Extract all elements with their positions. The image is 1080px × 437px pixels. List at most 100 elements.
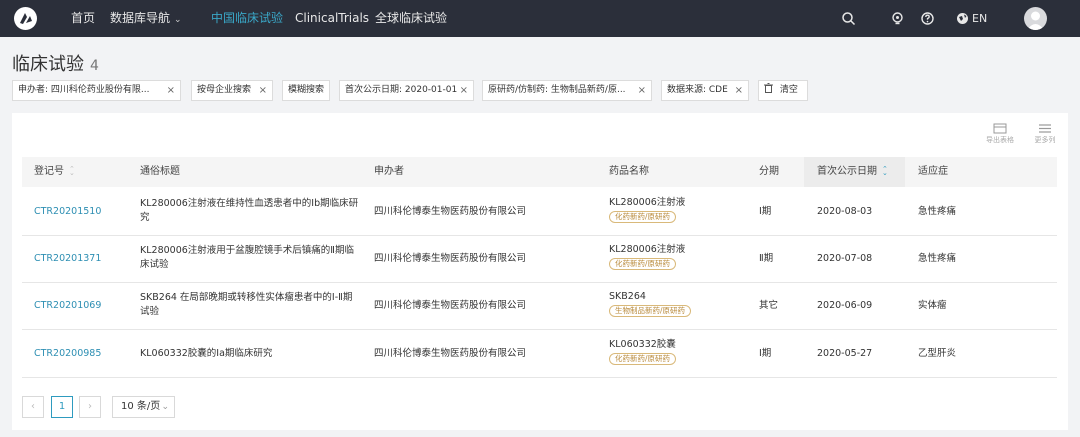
help-icon[interactable] bbox=[920, 11, 935, 26]
reg-no-link[interactable]: CTR20201371 bbox=[34, 252, 101, 266]
indication: 急性疼痛 bbox=[918, 253, 957, 264]
nav-database-menu[interactable]: 数据库导航 ⌄ bbox=[110, 0, 182, 37]
list-icon bbox=[1039, 124, 1051, 133]
sponsor-name: 四川科伦博泰生物医药股份有限公司 bbox=[374, 348, 527, 359]
close-icon[interactable]: × bbox=[167, 81, 175, 100]
language-switch[interactable]: EN bbox=[972, 0, 987, 37]
drug-type-badge: 化药新药/原研药 bbox=[609, 258, 677, 270]
filter-first-date[interactable]: 首次公示日期: 2020-01-01 × bbox=[339, 80, 474, 101]
globe-icon[interactable] bbox=[955, 11, 970, 26]
filter-sponsor[interactable]: 申办者: 四川科伦药业股份有限... × bbox=[12, 80, 181, 101]
sponsor-name: 四川科伦博泰生物医药股份有限公司 bbox=[374, 300, 527, 311]
column-header-drug: 药品名称 bbox=[609, 166, 649, 177]
drug-cell: KL280006注射液 化药新药/原研药 bbox=[609, 196, 685, 224]
filter-parent-company[interactable]: 按母企业搜索 × bbox=[191, 80, 273, 101]
filter-date-label: 首次公示日期: 2020-01-01 bbox=[345, 85, 458, 95]
nav-database-label: 数据库导航 bbox=[110, 11, 171, 25]
filter-parent-label: 按母企业搜索 bbox=[197, 85, 252, 95]
table-row[interactable]: CTR20201371 KL280006注射液用于盆腹腔镜手术后镇痛的Ⅱ期临床试… bbox=[22, 236, 1057, 283]
first-date: 2020-05-27 bbox=[817, 348, 873, 359]
phase: 其它 bbox=[759, 300, 779, 311]
column-header-phase: 分期 bbox=[759, 166, 779, 177]
column-header-indication: 适应症 bbox=[918, 166, 948, 177]
drug-name: KL060332胶囊 bbox=[609, 339, 676, 350]
column-header-first-date[interactable]: 首次公示日期 ⌃ ⌄ bbox=[817, 157, 888, 187]
search-icon[interactable] bbox=[841, 11, 856, 26]
sort-icon[interactable]: ⌃ ⌄ bbox=[69, 166, 75, 177]
export-icon bbox=[993, 123, 1007, 134]
result-count: 4 bbox=[90, 58, 99, 74]
reg-no-link[interactable]: CTR20201510 bbox=[34, 205, 101, 219]
top-nav: 首页 数据库导航 ⌄ 中国临床试验 ClinicalTrials 全球临床试验 E… bbox=[0, 0, 1080, 37]
filter-drug-type[interactable]: 原研药/仿制药: 生物制品新药/原... × bbox=[482, 80, 652, 101]
trash-icon bbox=[764, 83, 780, 95]
results-panel: 导出表格 更多列 登记号 ⌃ ⌄ 通俗标题 申办者 药品名称 分期 首次公示日期 ⌃ ⌄… bbox=[12, 113, 1068, 430]
more-columns-button[interactable]: 更多列 bbox=[1030, 123, 1060, 145]
drug-name: SKB264 bbox=[609, 291, 646, 302]
page-title: 临床试验 4 bbox=[12, 50, 99, 76]
chevron-down-icon: ⌄ bbox=[174, 15, 182, 25]
close-icon[interactable]: × bbox=[735, 81, 743, 100]
drug-name: KL280006注射液 bbox=[609, 197, 686, 208]
table-row[interactable]: CTR20201069 SKB264 在局部晚期或转移性实体瘤患者中的Ⅰ-Ⅱ期试… bbox=[22, 283, 1057, 330]
nav-global-trials[interactable]: 全球临床试验 bbox=[375, 0, 447, 37]
clear-filters-button[interactable]: 清空 bbox=[758, 80, 808, 101]
user-avatar-icon[interactable] bbox=[1024, 7, 1047, 30]
column-header-reg-no[interactable]: 登记号 ⌃ ⌄ bbox=[34, 157, 75, 187]
trial-title: KL280006注射液用于盆腹腔镜手术后镇痛的Ⅱ期临床试验 bbox=[140, 245, 354, 270]
close-icon[interactable]: × bbox=[460, 81, 468, 100]
indication: 乙型肝炎 bbox=[918, 348, 957, 359]
export-table-button[interactable]: 导出表格 bbox=[985, 123, 1015, 145]
prev-page-button[interactable]: ‹ bbox=[22, 396, 44, 418]
trial-title: KL060332胶囊的Ia期临床研究 bbox=[140, 348, 273, 359]
sort-desc-icon[interactable]: ⌃ ⌄ bbox=[882, 166, 888, 177]
page-title-text: 临床试验 bbox=[12, 54, 84, 75]
table-header: 登记号 ⌃ ⌄ 通俗标题 申办者 药品名称 分期 首次公示日期 ⌃ ⌄ 适应症 bbox=[22, 157, 1057, 187]
phase: Ⅰ期 bbox=[759, 206, 772, 217]
next-page-button[interactable]: › bbox=[79, 396, 101, 418]
clear-label: 清空 bbox=[779, 85, 798, 95]
column-header-sponsor: 申办者 bbox=[374, 166, 404, 177]
drug-cell: SKB264 生物制品新药/原研药 bbox=[609, 290, 692, 318]
drug-cell: KL060332胶囊 化药新药/原研药 bbox=[609, 338, 677, 366]
column-label: 登记号 bbox=[34, 166, 64, 177]
indication: 实体瘤 bbox=[918, 300, 947, 311]
reg-no-link[interactable]: CTR20201069 bbox=[34, 299, 101, 313]
trial-title: SKB264 在局部晚期或转移性实体瘤患者中的Ⅰ-Ⅱ期试验 bbox=[140, 292, 353, 317]
column-label: 首次公示日期 bbox=[817, 166, 877, 177]
drug-type-badge: 化药新药/原研药 bbox=[609, 211, 677, 223]
nav-home[interactable]: 首页 bbox=[71, 0, 95, 37]
page-size-select[interactable]: 10 条/页 ⌄ bbox=[112, 396, 175, 418]
filter-sponsor-label: 申办者: 四川科伦药业股份有限... bbox=[18, 85, 150, 95]
phase: Ⅰ期 bbox=[759, 348, 772, 359]
close-icon[interactable]: × bbox=[259, 81, 267, 100]
first-date: 2020-08-03 bbox=[817, 206, 873, 217]
bulb-icon[interactable] bbox=[890, 11, 905, 26]
filter-fuzzy-search[interactable]: 模糊搜索 bbox=[282, 80, 330, 101]
logo-icon[interactable] bbox=[14, 7, 37, 30]
sponsor-name: 四川科伦博泰生物医药股份有限公司 bbox=[374, 206, 527, 217]
indication: 急性疼痛 bbox=[918, 206, 957, 217]
page-size-label: 10 条/页 bbox=[121, 401, 161, 412]
drug-type-badge: 化药新药/原研药 bbox=[609, 353, 677, 365]
filter-data-source[interactable]: 数据来源: CDE × bbox=[661, 80, 749, 101]
trial-title: KL280006注射液在维持性血透患者中的Ⅰb期临床研究 bbox=[140, 198, 359, 223]
chevron-down-icon: ⌄ bbox=[161, 402, 169, 412]
filter-source-label: 数据来源: CDE bbox=[667, 85, 728, 95]
table-row[interactable]: CTR20201510 KL280006注射液在维持性血透患者中的Ⅰb期临床研究… bbox=[22, 188, 1057, 236]
more-columns-label: 更多列 bbox=[1034, 136, 1056, 144]
sponsor-name: 四川科伦博泰生物医药股份有限公司 bbox=[374, 253, 527, 264]
page-button-current[interactable]: 1 bbox=[51, 396, 73, 418]
close-icon[interactable]: × bbox=[638, 81, 646, 100]
drug-type-badge: 生物制品新药/原研药 bbox=[609, 305, 692, 317]
phase: Ⅱ期 bbox=[759, 253, 774, 264]
nav-clinicaltrials[interactable]: ClinicalTrials bbox=[295, 0, 369, 37]
filter-fuzzy-label: 模糊搜索 bbox=[288, 85, 325, 95]
reg-no-link[interactable]: CTR20200985 bbox=[34, 347, 101, 361]
export-label: 导出表格 bbox=[986, 136, 1014, 144]
drug-name: KL280006注射液 bbox=[609, 244, 686, 255]
first-date: 2020-07-08 bbox=[817, 253, 873, 264]
first-date: 2020-06-09 bbox=[817, 300, 873, 311]
table-row[interactable]: CTR20200985 KL060332胶囊的Ia期临床研究 四川科伦博泰生物医… bbox=[22, 330, 1057, 378]
nav-china-trials[interactable]: 中国临床试验 bbox=[211, 0, 283, 37]
